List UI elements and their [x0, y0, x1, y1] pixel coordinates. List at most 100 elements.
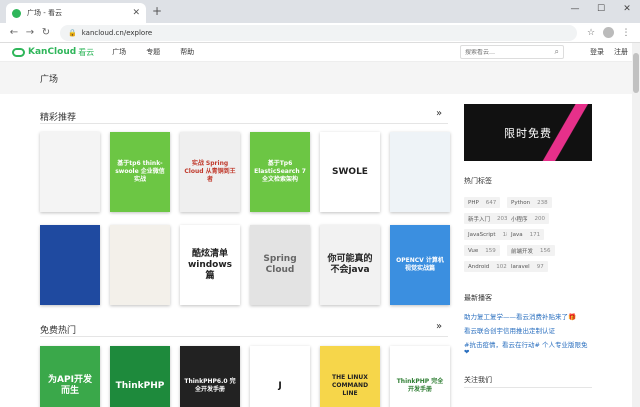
search-box: ⌕: [460, 45, 564, 59]
tag-count: 156: [540, 247, 551, 254]
window-controls: — ☐ ✕: [562, 0, 640, 18]
free-hot-divider: [40, 336, 448, 337]
close-window-button[interactable]: ✕: [614, 0, 640, 18]
page-viewport: KanCloud 看云 广场 专题 帮助 ⌕ 登录 注册 广场 精彩推荐 » 基…: [0, 43, 640, 407]
tag-chip[interactable]: Android 102: [464, 261, 511, 272]
tag-chip[interactable]: 新手入门 203: [464, 213, 512, 224]
limited-free-banner[interactable]: 限时免费: [464, 104, 592, 161]
tag-chip[interactable]: 前端开发 156: [507, 245, 555, 256]
profile-avatar[interactable]: [603, 27, 614, 38]
book-cover[interactable]: SWOLE: [320, 132, 380, 212]
tag-count: 200: [534, 215, 546, 222]
book-title: ThinkPHP: [115, 380, 165, 391]
reload-icon[interactable]: ↻: [38, 27, 54, 38]
tag-name: Vue: [468, 247, 479, 254]
search-icon[interactable]: ⌕: [555, 47, 559, 57]
logo-cn-text: 看云: [78, 47, 95, 57]
tag-chip[interactable]: Java 171: [507, 229, 545, 240]
new-tab-button[interactable]: +: [152, 4, 162, 18]
tag-name: JavaScript: [468, 231, 496, 238]
cloud-logo-icon: [12, 47, 25, 57]
book-title: 你可能真的不会java: [327, 254, 373, 275]
book-cover[interactable]: [390, 132, 450, 212]
maximize-button[interactable]: ☐: [588, 0, 614, 18]
tab-title: 广场 - 看云: [27, 9, 62, 17]
book-title: 基于tp6 think-swoole 企业微信实战: [115, 160, 165, 183]
kancloud-favicon-icon: [12, 8, 21, 18]
book-cover[interactable]: THE LINUX COMMAND LINE: [320, 346, 380, 407]
tab-close-icon[interactable]: ✕: [132, 8, 140, 18]
book-cover[interactable]: OPENCV 计算机视觉实战篇: [390, 225, 450, 305]
free-hot-more-icon[interactable]: »: [436, 321, 442, 332]
minimize-button[interactable]: —: [562, 0, 588, 18]
book-cover[interactable]: 基于tp6 think-swoole 企业微信实战: [110, 132, 170, 212]
featured-more-icon[interactable]: »: [436, 108, 442, 119]
book-title: THE LINUX COMMAND LINE: [331, 374, 369, 397]
book-cover[interactable]: 实战 Spring Cloud 从青铜到王者: [180, 132, 240, 212]
featured-divider: [40, 123, 448, 124]
book-cover[interactable]: 为API开发而生: [40, 346, 100, 407]
forward-arrow-icon[interactable]: →: [22, 27, 38, 38]
bookmark-star-icon[interactable]: ☆: [583, 28, 599, 38]
lock-icon: 🔒: [68, 28, 77, 37]
book-cover[interactable]: J: [250, 346, 310, 407]
book-title: SWOLE: [332, 166, 368, 177]
login-link[interactable]: 登录: [590, 47, 604, 57]
book-cover[interactable]: [40, 225, 100, 305]
book-title: 为API开发而生: [48, 375, 92, 396]
tag-count: 203: [497, 215, 508, 222]
tag-count: 97: [536, 263, 544, 270]
tag-name: 新手入门: [468, 216, 491, 223]
site-header: KanCloud 看云 广场 专题 帮助 ⌕ 登录 注册: [0, 43, 640, 62]
blog-link[interactable]: 看云联合创宇信用推出定制认证: [464, 325, 555, 335]
nav-link-square[interactable]: 广场: [112, 47, 126, 57]
book-title: 酷炫清单 windows篇: [187, 248, 233, 281]
tag-count: 171: [529, 231, 541, 238]
register-link[interactable]: 注册: [614, 47, 628, 57]
tag-chip[interactable]: Python 238: [507, 197, 552, 208]
tag-chip[interactable]: Vue 159: [464, 245, 500, 256]
tag-count: 647: [485, 199, 497, 206]
book-cover[interactable]: ThinkPHP 完全开发手册: [390, 346, 450, 407]
logo-text: KanCloud: [28, 47, 77, 57]
page-scrollbar[interactable]: [632, 43, 640, 407]
search-input[interactable]: [465, 48, 555, 56]
tag-count: 102: [496, 263, 507, 270]
tag-name: PHP: [468, 199, 479, 206]
tag-name: Java: [511, 231, 523, 238]
book-cover[interactable]: ThinkPHP: [110, 346, 170, 407]
book-title: ThinkPHP6.0 完全开发手册: [184, 378, 236, 393]
promo-text: 限时免费: [504, 126, 552, 140]
address-bar: ← → ↻ 🔒 kancloud.cn/explore ☆ ⋮: [0, 23, 640, 43]
back-arrow-icon[interactable]: ←: [6, 27, 22, 38]
book-title: OPENCV 计算机视觉实战篇: [396, 257, 444, 272]
book-cover[interactable]: Spring Cloud: [250, 225, 310, 305]
book-title: 实战 Spring Cloud 从青铜到王者: [184, 160, 236, 183]
blog-link[interactable]: 助力复工复学——看云消费补贴来了🎁: [464, 311, 576, 321]
tag-chip[interactable]: 小程序 200: [507, 213, 550, 224]
book-title: ThinkPHP 完全开发手册: [396, 378, 444, 393]
book-cover[interactable]: 基于Tp6 ElasticSearch 7 全文检索架构: [250, 132, 310, 212]
nav-link-topics[interactable]: 专题: [146, 47, 160, 57]
browser-tab[interactable]: 广场 - 看云 ✕: [6, 3, 146, 23]
kancloud-logo[interactable]: KanCloud 看云: [12, 47, 94, 58]
book-cover[interactable]: ThinkPHP6.0 完全开发手册: [180, 346, 240, 407]
tag-count: 238: [537, 199, 548, 206]
book-cover[interactable]: 你可能真的不会java: [320, 225, 380, 305]
blog-link-heart[interactable]: ❤: [464, 348, 469, 356]
tag-name: laravel: [511, 263, 530, 270]
tag-name: Android: [468, 263, 490, 270]
menu-dots-icon[interactable]: ⋮: [618, 28, 634, 38]
nav-link-help[interactable]: 帮助: [180, 47, 194, 57]
tag-name: 小程序: [511, 216, 528, 223]
scrollbar-thumb[interactable]: [633, 53, 639, 93]
url-text: kancloud.cn/explore: [81, 28, 153, 37]
tag-chip[interactable]: laravel 97: [507, 261, 548, 272]
book-cover[interactable]: [40, 132, 100, 212]
browser-tabbar: 广场 - 看云 ✕ + — ☐ ✕: [0, 0, 640, 23]
blog-link[interactable]: #抗击疫情，看云在行动# 个人专业版限免: [464, 339, 587, 349]
book-cover[interactable]: 酷炫清单 windows篇: [180, 225, 240, 305]
url-field[interactable]: 🔒 kancloud.cn/explore: [60, 24, 577, 41]
book-cover[interactable]: [110, 225, 170, 305]
tag-chip[interactable]: PHP 647: [464, 197, 501, 208]
